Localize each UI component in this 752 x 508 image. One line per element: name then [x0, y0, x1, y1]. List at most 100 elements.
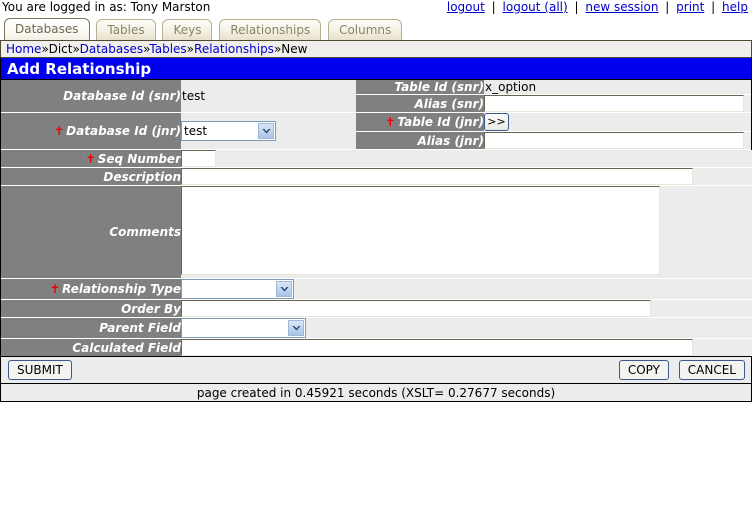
- print-link[interactable]: print: [676, 0, 704, 14]
- alias-snr-input[interactable]: [484, 95, 744, 112]
- field-label: Database Id (snr): [63, 89, 181, 103]
- help-link[interactable]: help: [722, 0, 748, 14]
- table-row: Order By: [1, 300, 752, 318]
- value-table-id-snr: x_option: [484, 80, 751, 95]
- label-parent-field: Parent Field: [1, 318, 181, 339]
- required-marker: ✝: [50, 282, 62, 296]
- table-row: Calculated Field: [1, 339, 752, 357]
- form-lower-table: ✝Seq Number Description Comments ✝Relati…: [1, 150, 752, 356]
- table-row: ✝Database Id (jnr) test ✝Table Id (jnr): [1, 113, 751, 132]
- field-label: Table Id (snr): [394, 80, 484, 94]
- top-bar: You are logged in as: Tony Marston logou…: [0, 0, 752, 16]
- new-session-link[interactable]: new session: [585, 0, 658, 14]
- tab-strip: Databases Tables Keys Relationships Colu…: [0, 18, 752, 40]
- label-comments: Comments: [1, 186, 181, 279]
- action-bar-left: SUBMIT: [8, 360, 72, 380]
- relationship-type-select-wrap: [181, 279, 294, 299]
- tab-tables[interactable]: Tables: [96, 19, 155, 40]
- field-label: Relationship Type: [62, 282, 181, 296]
- required-marker: ✝: [86, 152, 98, 166]
- breadcrumb-item-relationships[interactable]: Relationships: [194, 42, 274, 56]
- description-input[interactable]: [181, 168, 693, 185]
- page-root: You are logged in as: Tony Marston logou…: [0, 0, 752, 508]
- breadcrumb: Home»Dict»Databases»Tables»Relationships…: [0, 40, 752, 57]
- readonly-value: test: [181, 89, 205, 103]
- table-row: ✝Seq Number: [1, 150, 752, 168]
- field-label: Calculated Field: [72, 341, 181, 355]
- label-database-id-jnr: ✝Database Id (jnr): [1, 113, 181, 150]
- table-row: Comments: [1, 186, 752, 279]
- field-label: Table Id (jnr): [397, 115, 484, 129]
- tab-columns[interactable]: Columns: [328, 19, 402, 40]
- value-description: [181, 168, 752, 186]
- copy-button[interactable]: COPY: [619, 360, 669, 380]
- value-alias-jnr: [484, 132, 751, 150]
- breadcrumb-separator: »: [41, 42, 48, 56]
- label-relationship-type: ✝Relationship Type: [1, 279, 181, 300]
- breadcrumb-item-home[interactable]: Home: [6, 42, 41, 56]
- order-by-input[interactable]: [181, 300, 651, 317]
- breadcrumb-item-databases[interactable]: Databases: [80, 42, 144, 56]
- field-label: Alias (jnr): [418, 134, 484, 148]
- value-database-id-jnr: test: [181, 113, 356, 150]
- logout-all-link[interactable]: logout (all): [503, 0, 568, 14]
- label-alias-snr: Alias (snr): [356, 95, 484, 113]
- cancel-button[interactable]: CANCEL: [679, 360, 745, 380]
- tab-databases[interactable]: Databases: [4, 18, 90, 40]
- required-marker: ✝: [385, 115, 397, 129]
- field-label: Parent Field: [99, 321, 181, 335]
- table-row: Database Id (snr) test Table Id (snr) x_…: [1, 80, 751, 95]
- field-label: Description: [103, 170, 181, 184]
- field-label: Database Id (jnr): [66, 124, 181, 138]
- table-row: ✝Relationship Type: [1, 279, 752, 300]
- submit-button[interactable]: SUBMIT: [8, 360, 72, 380]
- link-separator: |: [489, 0, 499, 14]
- table-row: Description: [1, 168, 752, 186]
- table-id-jnr-lookup-button[interactable]: >>: [484, 113, 509, 131]
- action-bar-right: COPY CANCEL: [613, 360, 745, 380]
- database-id-jnr-select[interactable]: test: [181, 121, 276, 141]
- tab-relationships[interactable]: Relationships: [219, 19, 321, 40]
- label-database-id-snr: Database Id (snr): [1, 80, 181, 113]
- label-order-by: Order By: [1, 300, 181, 318]
- field-label: Order By: [121, 302, 181, 316]
- database-id-jnr-select-wrap: test: [181, 121, 276, 141]
- value-alias-snr: [484, 95, 751, 113]
- parent-field-select-wrap: [181, 318, 306, 338]
- link-separator: |: [662, 0, 672, 14]
- value-relationship-type: [181, 279, 752, 300]
- alias-jnr-input[interactable]: [484, 132, 744, 149]
- required-marker: ✝: [54, 124, 66, 138]
- label-description: Description: [1, 168, 181, 186]
- label-calculated-field: Calculated Field: [1, 339, 181, 357]
- breadcrumb-separator: »: [72, 42, 79, 56]
- top-links: logout | logout (all) | new session | pr…: [447, 0, 748, 14]
- calculated-field-input[interactable]: [181, 339, 693, 356]
- field-label: Comments: [109, 225, 181, 239]
- label-table-id-jnr: ✝Table Id (jnr): [356, 113, 484, 132]
- parent-field-select[interactable]: [181, 318, 306, 338]
- readonly-value: x_option: [484, 80, 536, 94]
- comments-textarea[interactable]: [181, 186, 660, 275]
- value-database-id-snr: test: [181, 80, 356, 113]
- breadcrumb-item-tables[interactable]: Tables: [149, 42, 186, 56]
- value-parent-field: [181, 318, 752, 339]
- value-seq-number: [181, 150, 752, 168]
- page-title: Add Relationship: [1, 58, 751, 80]
- action-bar: SUBMIT COPY CANCEL: [1, 356, 751, 383]
- field-label: Alias (snr): [414, 97, 484, 111]
- breadcrumb-item-new: New: [281, 42, 307, 56]
- logout-link[interactable]: logout: [447, 0, 485, 14]
- label-alias-jnr: Alias (jnr): [356, 132, 484, 150]
- label-table-id-snr: Table Id (snr): [356, 80, 484, 95]
- seq-number-input[interactable]: [181, 150, 216, 167]
- value-comments: [181, 186, 752, 279]
- breadcrumb-separator: »: [187, 42, 194, 56]
- label-seq-number: ✝Seq Number: [1, 150, 181, 168]
- link-separator: |: [708, 0, 718, 14]
- relationship-type-select[interactable]: [181, 279, 294, 299]
- tab-keys[interactable]: Keys: [162, 19, 212, 40]
- link-separator: |: [572, 0, 582, 14]
- form-frame: Add Relationship Database Id (snr) test …: [0, 57, 752, 402]
- logged-in-text: You are logged in as: Tony Marston: [2, 0, 210, 14]
